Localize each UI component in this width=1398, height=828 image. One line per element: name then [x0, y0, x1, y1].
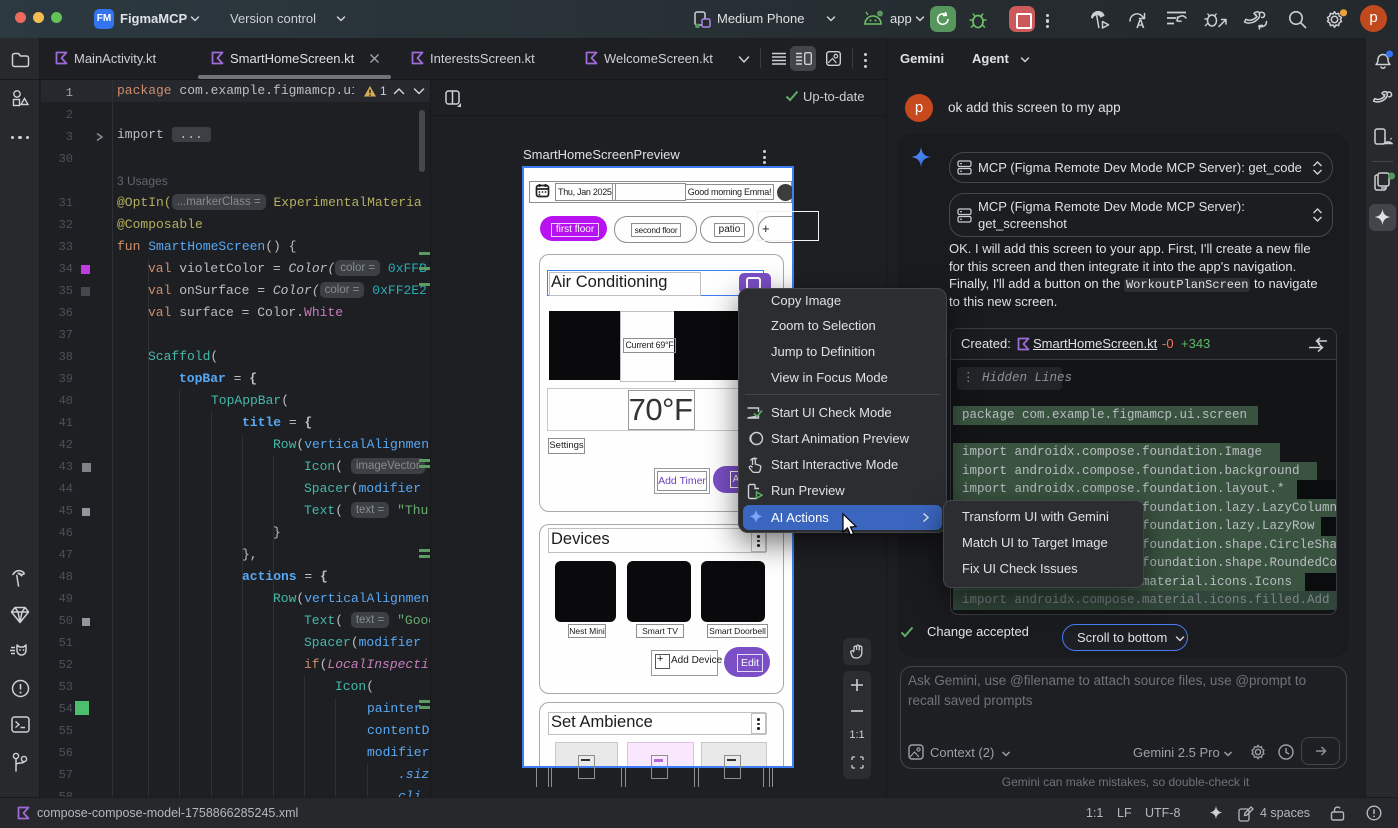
svg-text:A: A [1136, 17, 1145, 30]
